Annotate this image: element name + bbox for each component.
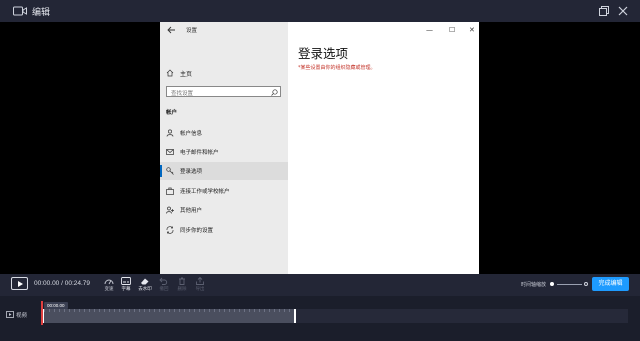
video-track-label: 视频 [16,313,28,319]
nav-label: 其他用户 [180,208,203,214]
nav-label: 同步你的设置 [180,228,214,234]
play-button[interactable] [11,277,28,290]
nav-label: 电子邮件和帐户 [180,150,219,156]
person-icon [166,129,174,137]
speed-icon [104,279,114,285]
nav-label: 帐户信息 [180,131,203,137]
subtitle-button[interactable]: 字幕 [117,276,135,294]
nav-sign-in-options: 登录选项 [160,162,288,180]
title-bar: 编辑 [0,0,640,22]
search-placeholder: 查找设置 [171,91,194,97]
settings-window-frame: 设置 主页 查找设置 帐户 帐户信息 电子邮件和帐户 登录选项 连接工作或学校帐… [160,22,479,274]
video-track-icon [6,311,14,318]
tool-label: 撤回 [159,286,169,291]
timeline: 视频 00:00.00 [0,296,640,341]
playhead[interactable] [41,301,43,325]
finish-editing-button[interactable]: 完成编辑 [592,277,629,291]
policy-warning: *某些设置由你的组织隐藏或管理。 [298,65,376,71]
nav-email-accounts: 电子邮件和帐户 [160,143,288,161]
search-icon [271,89,278,96]
zoom-in-dot[interactable] [584,282,588,286]
timeline-zoom-label: 时间轴缩放 [521,282,547,288]
section-heading: 帐户 [166,110,178,116]
speed-button[interactable]: 变速 [100,276,118,294]
tool-label: 字幕 [121,286,131,291]
add-user-icon [166,206,174,214]
tool-label: 删除 [177,286,187,291]
sync-icon [166,226,174,234]
page-heading: 登录选项 [298,46,349,61]
subtitle-icon [121,277,131,285]
player-controls: 00:00.00 / 00:24.79 变速 字幕 去水印 撤回 删除 导出 时… [0,274,640,296]
zoom-slider-track[interactable] [557,284,582,285]
nav-account-info: 帐户信息 [160,124,288,142]
restore-window-icon[interactable] [599,6,609,16]
export-button[interactable]: 导出 [191,276,209,294]
clip-frame-ticks [44,309,294,312]
tool-label: 变速 [104,286,114,291]
key-icon [166,167,174,175]
settings-search-box: 查找设置 [166,86,281,97]
nav-work-school: 连接工作或学校帐户 [160,182,288,200]
delete-icon [179,277,185,285]
minimize-icon: — [426,26,433,34]
mail-icon [166,149,174,155]
home-icon [166,69,174,77]
settings-home-link: 主页 [180,71,193,78]
delete-button[interactable]: 删除 [173,276,191,294]
close-window-icon[interactable] [618,6,628,16]
nav-label: 登录选项 [180,169,203,175]
nav-other-users: 其他用户 [160,201,288,219]
settings-window-title: 设置 [186,28,198,34]
playhead-time: 00:00.00 [44,302,68,309]
undo-icon [159,277,168,285]
zoom-out-dot[interactable] [550,282,554,286]
close-icon: ✕ [469,26,475,34]
undo-button[interactable]: 撤回 [155,276,173,294]
export-icon [196,277,204,285]
timecode: 00:00.00 / 00:24.79 [34,280,91,287]
eraser-icon [141,278,149,285]
maximize-icon: ☐ [449,26,456,34]
settings-sidebar: 设置 主页 查找设置 帐户 帐户信息 电子邮件和帐户 登录选项 连接工作或学校帐… [160,22,288,274]
timeline-empty-track [296,309,628,323]
app-title: 编辑 [32,7,51,17]
nav-label: 连接工作或学校帐户 [180,189,230,195]
briefcase-icon [166,187,174,195]
tool-label: 去水印 [138,286,152,291]
back-arrow-icon [167,26,175,34]
remove-watermark-button[interactable]: 去水印 [136,276,154,294]
tool-label: 导出 [195,286,205,291]
video-camera-icon [13,6,27,16]
nav-sync-settings: 同步你的设置 [160,221,288,239]
